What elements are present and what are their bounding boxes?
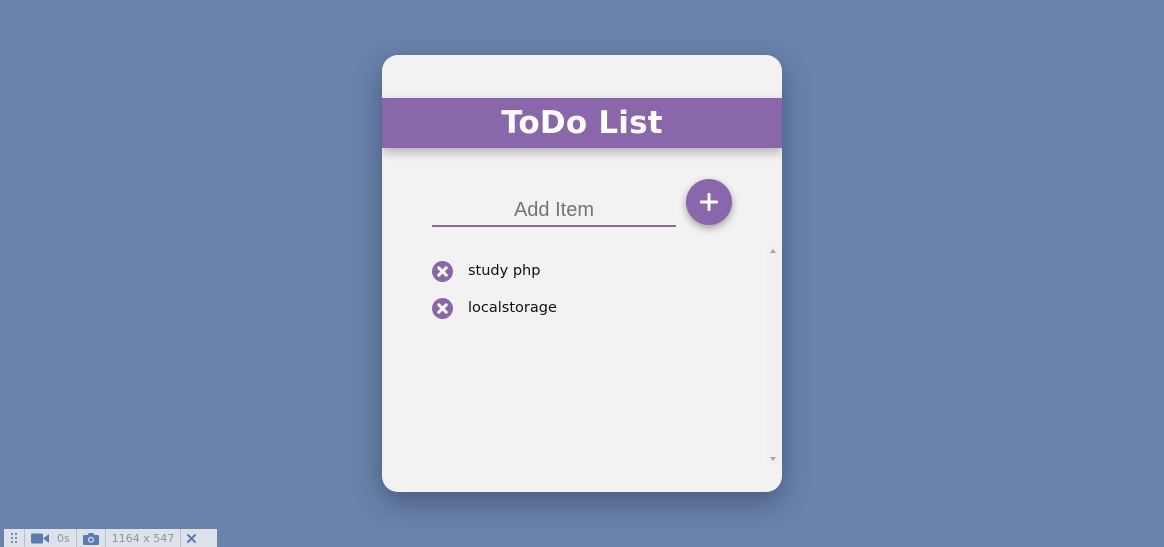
add-item-button[interactable] [686, 179, 732, 225]
add-item-input[interactable] [432, 195, 676, 227]
header-bar: ToDo List [382, 98, 782, 148]
scroll-up-arrow-icon[interactable] [770, 249, 776, 253]
record-timer: 0s [57, 531, 70, 545]
plus-icon [700, 193, 718, 211]
list-item-label: localstorage [468, 300, 557, 316]
remove-circle-icon[interactable] [432, 297, 453, 319]
capture-toolbar: 0s 1164 x 547 [4, 529, 217, 547]
list-item-label: study php [468, 263, 541, 279]
close-icon[interactable] [181, 529, 202, 547]
list-scrollbar[interactable] [767, 245, 779, 465]
dimensions-label: 1164 x 547 [111, 531, 175, 545]
screen-dimensions: 1164 x 547 [106, 529, 182, 547]
remove-circle-icon[interactable] [432, 260, 453, 282]
list-item: localstorage [432, 296, 557, 320]
scroll-down-arrow-icon[interactable] [770, 457, 776, 461]
record-group: 0s [25, 529, 77, 547]
drag-handle-icon[interactable] [4, 529, 25, 547]
camera-icon[interactable] [77, 529, 106, 547]
list-item: study php [432, 259, 540, 283]
todo-list: study php localstorage [432, 247, 762, 463]
todo-card: ToDo List study php loc [382, 55, 782, 492]
video-camera-icon[interactable] [31, 533, 49, 544]
app-title: ToDo List [501, 105, 663, 141]
